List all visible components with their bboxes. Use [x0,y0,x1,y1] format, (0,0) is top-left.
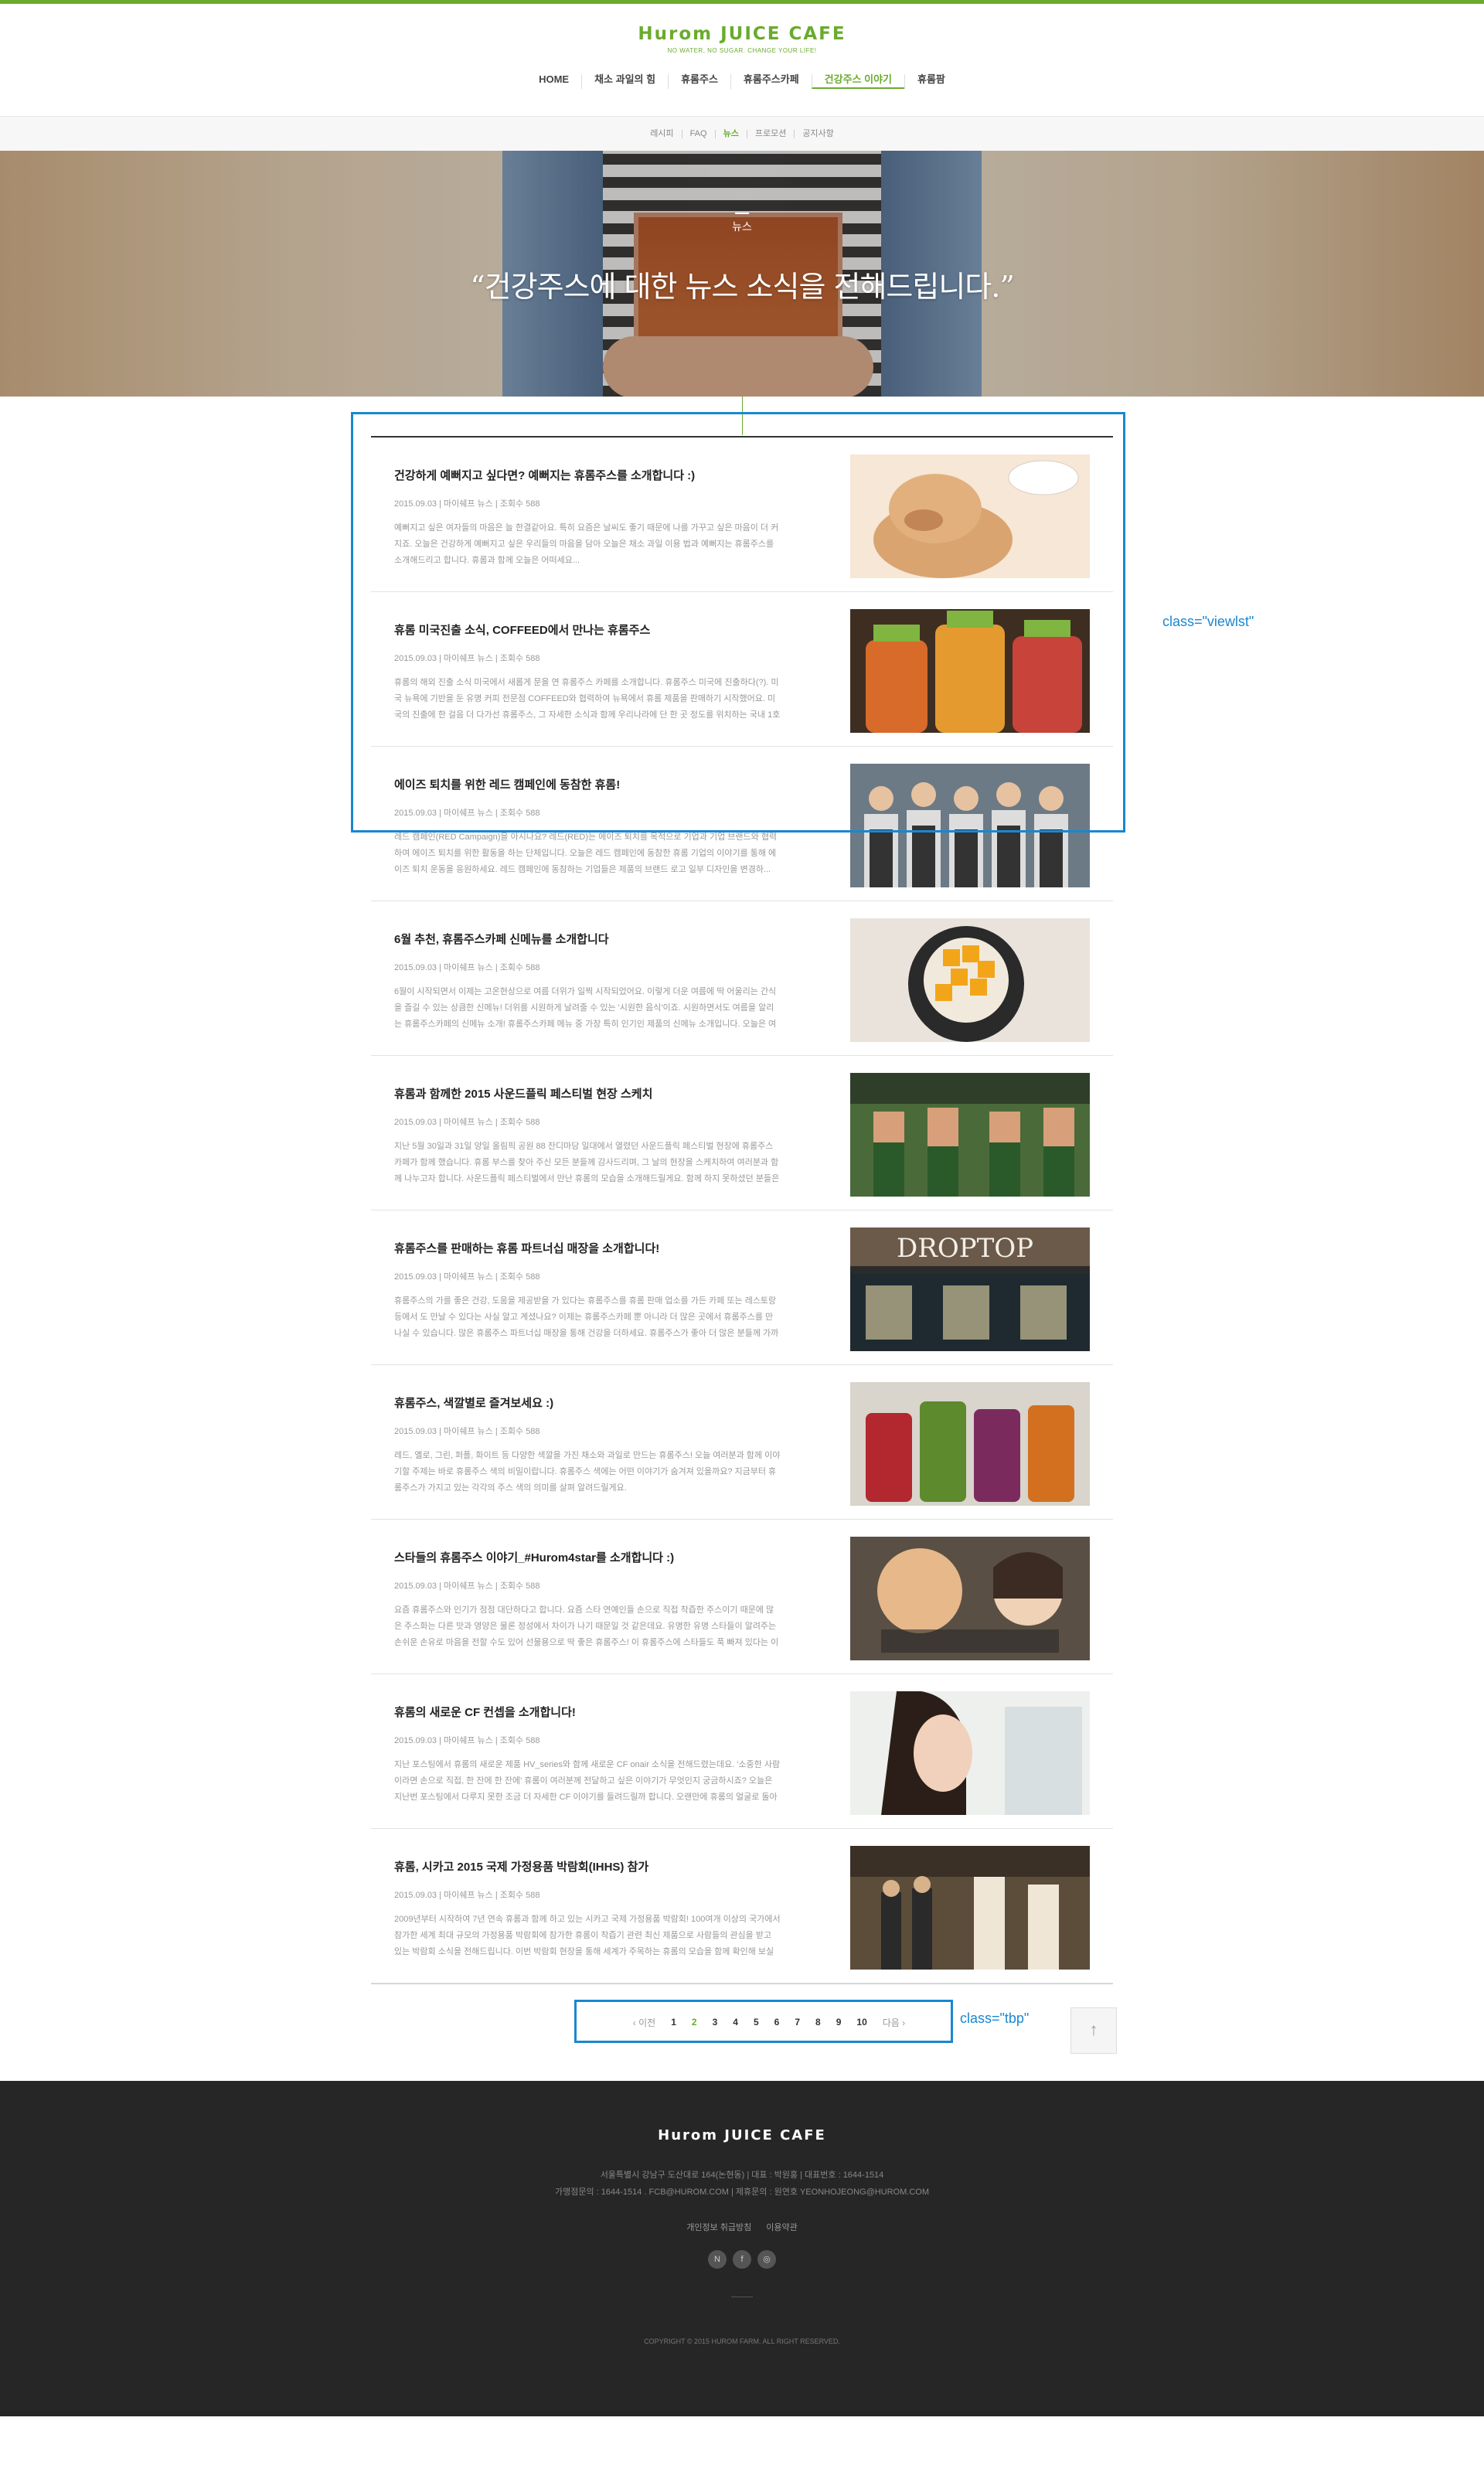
article-excerpt: 휴롬주스의 가를 좋은 건강, 도움을 제공받을 가 있다는 휴롬주스를 휴롬 … [394,1296,779,1338]
subnav-news[interactable]: 뉴스 [714,129,747,138]
footer-link-terms[interactable]: 이용약관 [760,2223,803,2232]
list-item[interactable]: 스타들의 휴롬주스 이야기_#Hurom4star를 소개합니다 :) 2015… [371,1520,1113,1674]
article-thumbnail-bottles[interactable] [850,609,1090,733]
tbp-annotation-label: class="tbp" [960,2011,1030,2026]
gnb-story[interactable]: 건강주스 이야기 [811,74,905,89]
article-excerpt: 2009년부터 시작하여 7년 연속 휴롬과 함께 하고 있는 시카고 국제 가… [394,1915,781,1956]
pager-page[interactable]: 8 [808,2017,829,2028]
footer-sns: N f ◎ [0,2250,1484,2269]
pagination-section: ‹ 이전 1 2 3 4 5 6 7 8 9 10 다음 › class="tb… [371,1983,1117,2054]
viewlst-annotation-label: class="viewlst" [1162,614,1254,629]
list-item[interactable]: 건강하게 예뻐지고 싶다면? 예뻐지는 휴롬주스를 소개합니다 :) 2015.… [371,438,1113,592]
site-logo[interactable]: Hurom JUICE CAFE [0,4,1484,44]
subnav-recipe[interactable]: 레시피 [642,129,681,138]
tagline: NO WATER, NO SUGAR. CHANGE YOUR LIFE! [667,47,817,54]
footer-contact-line: 가맹점문의 : 1644-1514 . FCB@HUROM.COM | 제휴문의… [554,2188,929,2197]
article-thumbnail-colored-juices[interactable] [850,1382,1090,1506]
gnb-juice[interactable]: 휴롬주스 [668,74,730,89]
subnav-promotion[interactable]: 프로모션 [746,129,794,138]
article-excerpt: 6월이 시작되면서 이제는 고온현상으로 여름 더위가 일찍 시작되었어요. 이… [394,987,777,1029]
sub-nav: 레시피 FAQ 뉴스 프로모션 공지사항 [0,116,1484,151]
article-excerpt: 레드, 옐로, 그린, 퍼플, 화이트 등 다양한 색깔을 가진 채소와 과일로… [394,1451,781,1493]
list-item[interactable]: 휴롬주스, 색깔별로 즐겨보세요 :) 2015.09.03 | 마이쉐프 뉴스… [371,1365,1113,1520]
article-thumbnail-cf-woman[interactable] [850,1691,1090,1815]
naver-blog-icon[interactable]: N [708,2250,727,2269]
article-thumbnail-droptop-cafe[interactable]: DROPTOP [850,1227,1090,1351]
pager-page[interactable]: 5 [746,2017,767,2028]
gnb-cafe[interactable]: 휴롬주스카페 [730,74,812,89]
hero-quote: “건강주스에 대한 뉴스 소식을 전해드립니다.” [470,270,1015,304]
article-thumbnail-festival[interactable] [850,1073,1090,1197]
svg-text:DROPTOP: DROPTOP [897,1233,1033,1264]
article-excerpt: 지난 5월 30일과 31일 양일 올림픽 공원 88 잔디마당 일대에서 열렸… [394,1142,780,1183]
pager-page-current[interactable]: 2 [684,2017,705,2028]
hero-banner: 뉴스 “건강주스에 대한 뉴스 소식을 전해드립니다.” [0,151,1484,397]
pager-page[interactable]: 7 [787,2017,808,2028]
site-header: Hurom JUICE CAFE NO WATER, NO SUGAR. CHA… [0,4,1484,116]
pager-page[interactable]: 1 [663,2017,684,2028]
list-item[interactable]: 에이즈 퇴치를 위한 레드 캠페인에 동참한 휴롬! 2015.09.03 | … [371,747,1113,901]
list-item[interactable]: 6월 추천, 휴롬주스카페 신메뉴를 소개합니다 2015.09.03 | 마이… [371,901,1113,1056]
footer-link-privacy[interactable]: 개인정보 취급방침 [680,2223,757,2232]
instagram-icon[interactable]: ◎ [757,2250,776,2269]
gnb-power[interactable]: 채소 과일의 힘 [581,74,668,89]
hero-badge: 뉴스 [732,213,752,234]
scroll-top-button[interactable]: ↑ [1070,2007,1117,2054]
list-item[interactable]: 휴롬과 함께한 2015 사운드플릭 페스티벌 현장 스케치 2015.09.0… [371,1056,1113,1210]
article-excerpt: 예뻐지고 싶은 여자들의 마음은 늘 한결같아요. 특히 요즘은 날씨도 좋기 … [394,523,779,565]
footer-links: 개인정보 취급방침 이용약관 [0,2221,1484,2233]
article-thumbnail-group[interactable] [850,764,1090,887]
news-main: 건강하게 예뻐지고 싶다면? 예뻐지는 휴롬주스를 소개합니다 :) 2015.… [351,412,1254,2054]
pager-page[interactable]: 9 [829,2017,849,2028]
gnb-farm[interactable]: 휴롬팜 [904,74,958,89]
article-thumbnail-dog[interactable] [850,455,1090,578]
footer-address-line: 서울특별시 강남구 도산대로 164(논현동) | 대표 : 박원홍 | 대표번… [600,2171,884,2180]
article-excerpt: 요즘 휴롬주스와 인기가 점점 대단하다고 합니다. 요즘 스타 연예인들 손으… [394,1605,779,1647]
article-thumbnail-expo[interactable] [850,1846,1090,1970]
article-excerpt: 휴롬의 해외 진출 소식 미국에서 새롭게 문을 연 휴롬주스 카페를 소개합니… [394,678,781,720]
arrow-up-icon: ↑ [1089,2020,1098,2039]
facebook-icon[interactable]: f [733,2250,751,2269]
article-excerpt: 레드 캠페인(RED Campaign)을 아시나요? 레드(RED)는 에이즈… [394,833,778,874]
subnav-notice[interactable]: 공지사항 [794,129,841,138]
list-item[interactable]: 휴롬주스를 판매하는 휴롬 파트너십 매장을 소개합니다! 2015.09.03… [371,1210,1113,1365]
pager-page[interactable]: 6 [767,2017,788,2028]
pager-prev[interactable]: ‹ 이전 [625,2016,663,2029]
subnav-faq[interactable]: FAQ [681,129,715,138]
pager-page[interactable]: 10 [849,2017,874,2028]
list-item[interactable]: 휴롬의 새로운 CF 컨셉을 소개합니다! 2015.09.03 | 마이쉐프 … [371,1674,1113,1829]
article-thumbnail-stars[interactable] [850,1537,1090,1660]
global-nav: HOME 채소 과일의 힘 휴롬주스 휴롬주스카페 건강주스 이야기 휴롬팜 [0,74,1484,89]
article-excerpt: 지난 포스팅에서 휴롬의 새로운 제품 HV_series와 함께 새로운 CF… [394,1760,781,1802]
gnb-home[interactable]: HOME [526,74,581,89]
footer-address: 서울특별시 강남구 도산대로 164(논현동) | 대표 : 박원홍 | 대표번… [0,2167,1484,2201]
pager-page[interactable]: 4 [725,2017,746,2028]
list-item[interactable]: 휴롬 미국진출 소식, COFFEED에서 만나는 휴롬주스 2015.09.0… [371,592,1113,747]
pagination: ‹ 이전 1 2 3 4 5 6 7 8 9 10 다음 › [580,2003,958,2041]
site-footer: Hurom JUICE CAFE 서울특별시 강남구 도산대로 164(논현동)… [0,2081,1484,2416]
list-item[interactable]: 휴롬, 시카고 2015 국제 가정용품 박람회(IHHS) 참가 2015.0… [371,1829,1113,1983]
footer-logo: Hurom JUICE CAFE [658,2127,826,2143]
hero-connector-line [741,397,743,435]
news-list: 건강하게 예뻐지고 싶다면? 예뻐지는 휴롬주스를 소개합니다 :) 2015.… [371,436,1113,1983]
copyright: COPYRIGHT © 2015 HUROM FARM. ALL RIGHT R… [644,2337,840,2345]
pager-page[interactable]: 3 [705,2017,726,2028]
article-thumbnail-mango[interactable] [850,918,1090,1042]
pager-next[interactable]: 다음 › [875,2016,913,2029]
